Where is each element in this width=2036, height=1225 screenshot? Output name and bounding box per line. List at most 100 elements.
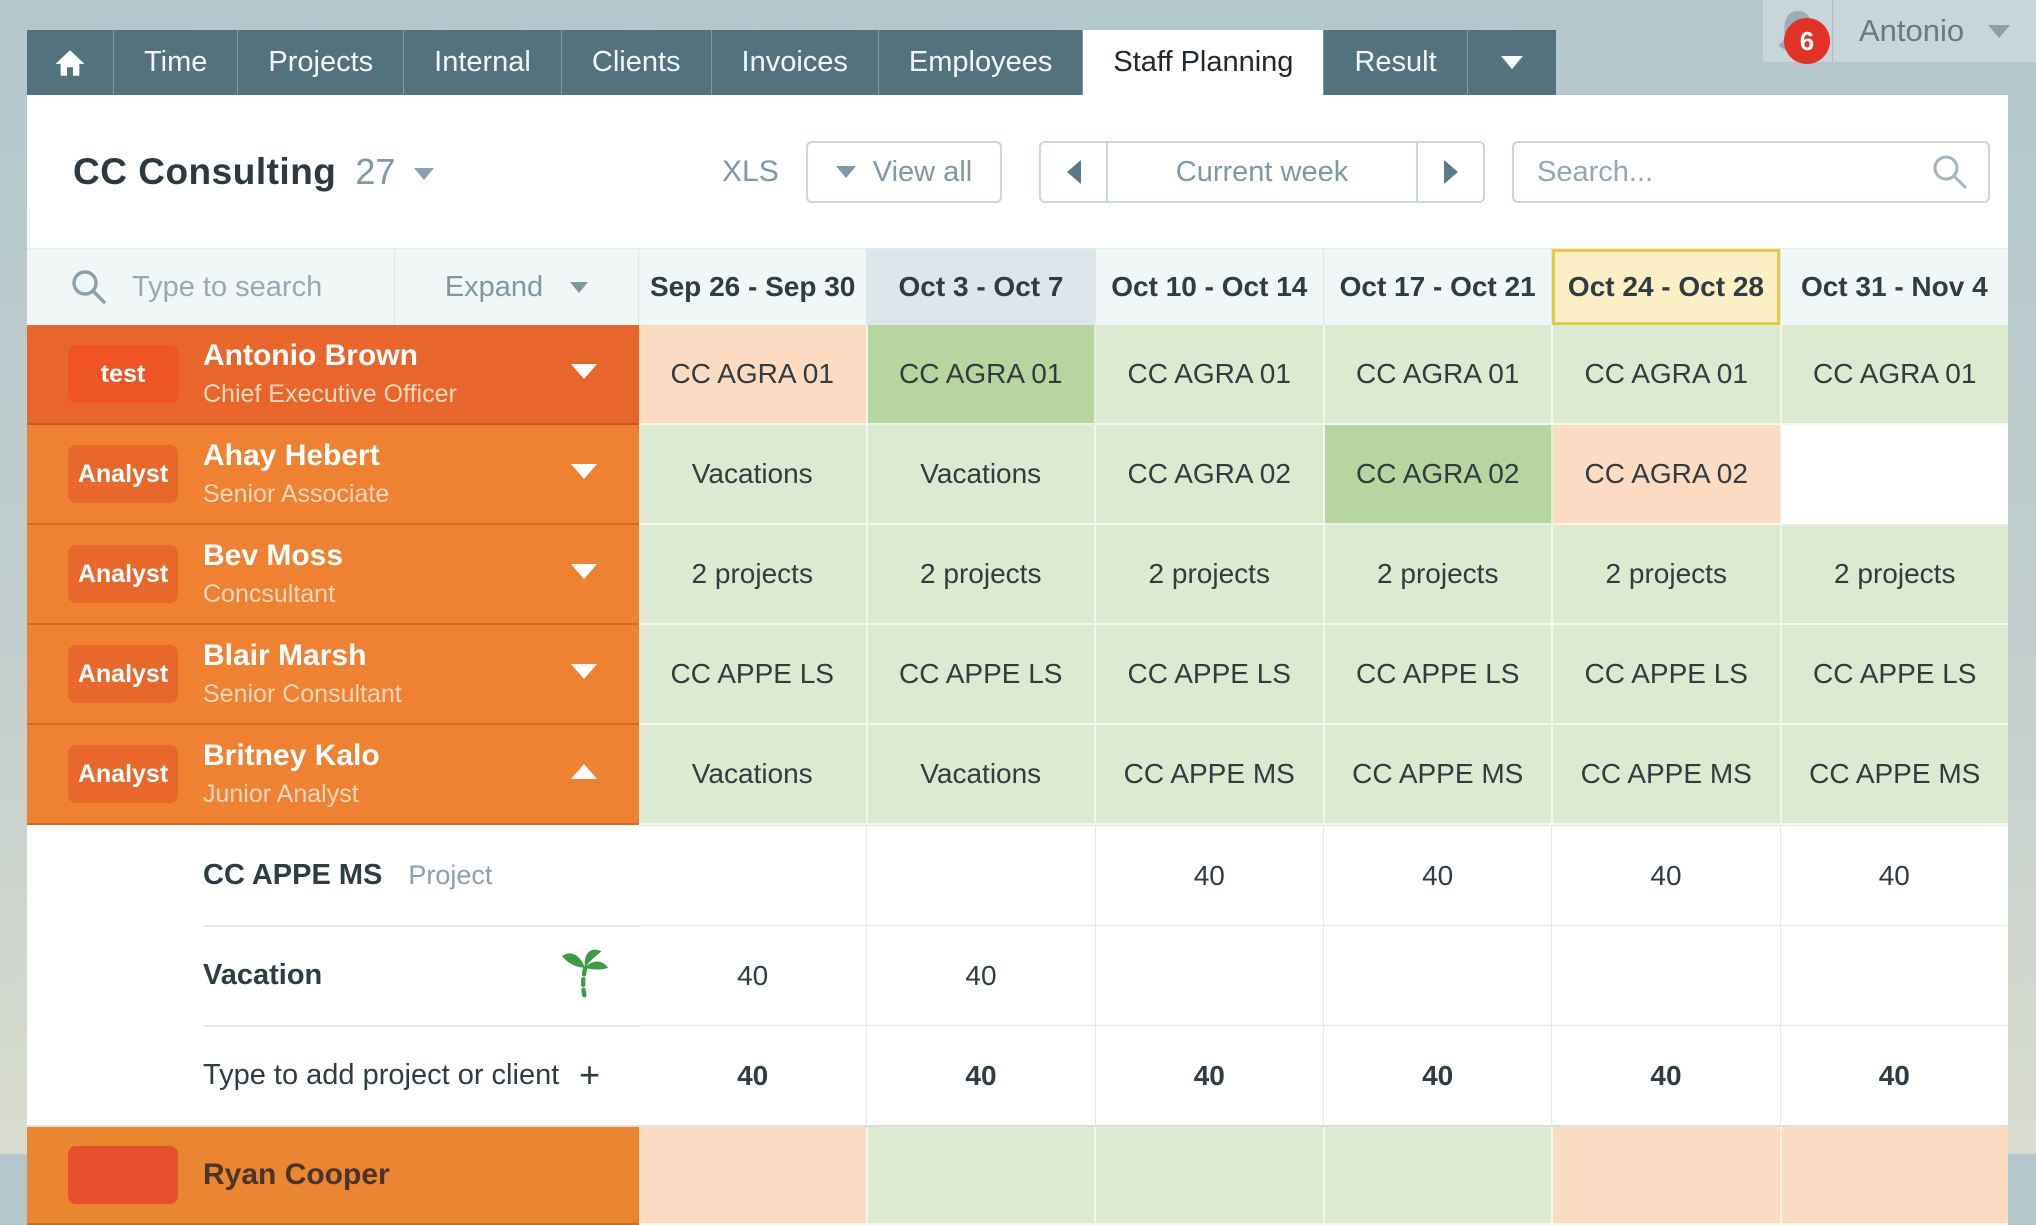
planning-cell[interactable]: CC APPE LS — [639, 625, 868, 725]
hours-cell[interactable] — [867, 825, 1096, 925]
planning-cell[interactable] — [639, 1127, 868, 1225]
planning-cell[interactable]: 2 projects — [639, 525, 868, 625]
nav-more-tab[interactable] — [1467, 30, 1556, 95]
expand-row-button[interactable] — [571, 464, 597, 484]
nav-tab-home[interactable] — [27, 30, 114, 95]
hours-cell[interactable] — [1780, 925, 2008, 1025]
planning-cell[interactable] — [1781, 1127, 2008, 1225]
hours-cell[interactable]: 40 — [1552, 825, 1781, 925]
employee-search[interactable] — [27, 249, 395, 325]
hours-cell[interactable]: 40 — [1780, 825, 2008, 925]
hours-cell[interactable]: 40 — [639, 1025, 868, 1125]
employee-cell[interactable]: Analyst Blair Marsh Senior Consultant — [27, 625, 639, 725]
hours-cell[interactable]: 40 — [1095, 1025, 1324, 1125]
week-column-header-5[interactable]: Oct 24 - Oct 28 — [1552, 249, 1781, 325]
planning-cell[interactable]: CC APPE MS — [1781, 725, 2008, 825]
week-column-header-1[interactable]: Sep 26 - Sep 30 — [639, 249, 868, 325]
planning-cell[interactable]: CC AGRA 02 — [1553, 425, 1782, 525]
hours-cell[interactable]: 40 — [1780, 1025, 2008, 1125]
current-week-button[interactable]: Current week — [1108, 143, 1416, 201]
hours-cell[interactable]: 40 — [1323, 825, 1553, 925]
company-selector[interactable]: CC Consulting 27 — [73, 95, 435, 248]
subrow-type-label: Project — [408, 859, 493, 890]
global-search-input[interactable] — [1514, 155, 1930, 189]
planning-cell[interactable]: CC AGRA 01 — [867, 325, 1096, 425]
planning-cell[interactable]: CC AGRA 01 — [1781, 325, 2008, 425]
expand-row-button[interactable] — [571, 764, 597, 784]
planning-cell[interactable]: 2 projects — [1781, 525, 2008, 625]
subrow-name-cell[interactable]: Vacation — [27, 925, 639, 1025]
hours-cell[interactable] — [1095, 925, 1324, 1025]
hours-cell[interactable] — [639, 825, 868, 925]
planning-cell[interactable]: CC AGRA 02 — [1096, 425, 1325, 525]
planning-cell[interactable]: 2 projects — [867, 525, 1096, 625]
planning-cell[interactable]: CC AGRA 01 — [1324, 325, 1553, 425]
planning-cell[interactable] — [1781, 425, 2008, 525]
employee-cell[interactable]: test Antonio Brown Chief Executive Officer — [27, 325, 639, 425]
nav-tab-employees[interactable]: Employees — [878, 30, 1084, 95]
planning-cell[interactable]: CC AGRA 02 — [1324, 425, 1553, 525]
planning-cell[interactable]: Vacations — [867, 725, 1096, 825]
planning-cell[interactable]: Vacations — [867, 425, 1096, 525]
nav-tab-result[interactable]: Result — [1324, 30, 1468, 95]
hours-cell[interactable]: 40 — [867, 1025, 1096, 1125]
expand-row-button[interactable] — [571, 364, 597, 384]
hours-cell[interactable]: 40 — [1552, 1025, 1781, 1125]
planning-cell[interactable]: 2 projects — [1096, 525, 1325, 625]
xls-export-button[interactable]: XLS — [722, 95, 779, 248]
planning-cell[interactable] — [1553, 1127, 1782, 1225]
planning-cell[interactable] — [1096, 1127, 1325, 1225]
subrow-name-cell[interactable]: CC APPE MS Project — [27, 825, 639, 925]
planning-cell[interactable]: CC APPE LS — [1781, 625, 2008, 725]
nav-tab-internal[interactable]: Internal — [404, 30, 562, 95]
week-column-header-6[interactable]: Oct 31 - Nov 4 — [1780, 249, 2008, 325]
hours-cell[interactable]: 40 — [1323, 1025, 1553, 1125]
planning-cell[interactable]: CC APPE LS — [867, 625, 1096, 725]
hours-cell[interactable]: 40 — [639, 925, 868, 1025]
employee-cell[interactable]: Analyst Ahay Hebert Senior Associate — [27, 425, 639, 525]
planning-cell[interactable]: 2 projects — [1553, 525, 1782, 625]
planning-cell[interactable] — [1324, 1127, 1553, 1225]
next-week-button[interactable] — [1416, 143, 1483, 201]
hours-cell[interactable]: 40 — [867, 925, 1096, 1025]
expand-row-button[interactable] — [571, 664, 597, 684]
view-all-dropdown[interactable]: View all — [806, 141, 1002, 203]
week-column-header-4[interactable]: Oct 17 - Oct 21 — [1323, 249, 1553, 325]
planning-cell[interactable]: CC APPE LS — [1324, 625, 1553, 725]
nav-tab-clients[interactable]: Clients — [561, 30, 712, 95]
page-title: CC Consulting — [73, 150, 337, 192]
planning-cell[interactable]: CC APPE MS — [1553, 725, 1782, 825]
planning-cell[interactable]: CC AGRA 01 — [1096, 325, 1325, 425]
planning-cell[interactable]: CC APPE MS — [1096, 725, 1325, 825]
planning-cell[interactable]: CC APPE MS — [1324, 725, 1553, 825]
planning-cell[interactable]: CC APPE LS — [1553, 625, 1782, 725]
nav-tab-time[interactable]: Time — [114, 30, 239, 95]
nav-tab-projects[interactable]: Projects — [238, 30, 405, 95]
nav-tab-staff-planning[interactable]: Staff Planning — [1083, 30, 1325, 95]
plus-icon[interactable]: + — [579, 1054, 600, 1096]
week-column-header-2[interactable]: Oct 3 - Oct 7 — [867, 249, 1096, 325]
planning-cell[interactable]: CC APPE LS — [1096, 625, 1325, 725]
employee-search-input[interactable] — [130, 269, 370, 305]
planning-cell[interactable] — [867, 1127, 1096, 1225]
notifications-button[interactable]: 6 — [1763, 0, 1833, 64]
nav-tab-invoices[interactable]: Invoices — [711, 30, 879, 95]
employee-cell[interactable]: Analyst Britney Kalo Junior Analyst — [27, 725, 639, 825]
planning-cell[interactable]: Vacations — [639, 425, 868, 525]
planning-cell[interactable]: CC AGRA 01 — [639, 325, 868, 425]
add-project-row[interactable]: Type to add project or client + — [27, 1025, 639, 1125]
previous-week-button[interactable] — [1041, 143, 1108, 201]
user-menu[interactable]: Antonio — [1833, 0, 2036, 62]
planning-cell[interactable]: Vacations — [639, 725, 868, 825]
user-panel: 6 Antonio — [1763, 0, 2036, 64]
hours-cell[interactable]: 40 — [1095, 825, 1324, 925]
expand-row-button[interactable] — [571, 564, 597, 584]
employee-cell[interactable]: Analyst Bev Moss Concsultant — [27, 525, 639, 625]
expand-dropdown[interactable]: Expand — [395, 249, 639, 325]
hours-cell[interactable] — [1323, 925, 1553, 1025]
planning-cell[interactable]: 2 projects — [1324, 525, 1553, 625]
planning-cell[interactable]: CC AGRA 01 — [1553, 325, 1782, 425]
week-column-header-3[interactable]: Oct 10 - Oct 14 — [1095, 249, 1324, 325]
hours-cell[interactable] — [1552, 925, 1781, 1025]
employee-cell[interactable]: Ryan Cooper — [27, 1127, 639, 1225]
